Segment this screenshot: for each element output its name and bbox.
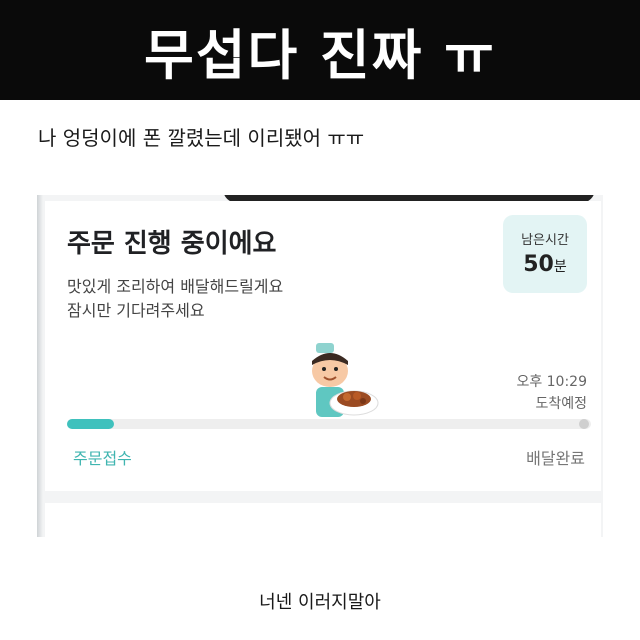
remaining-time-box: 남은시간 50분 (503, 215, 587, 293)
title-banner: 무섭다 진짜 ㅠ (0, 0, 640, 100)
step-delivery-complete: 배달완료 (526, 449, 585, 468)
meme-post: 무섭다 진짜 ㅠ 나 엉덩이에 폰 깔렸는데 이리됐어 ㅠㅠ 주문 진행 중이에… (0, 0, 640, 640)
remaining-time-unit: 분 (553, 259, 567, 275)
delivery-app-screenshot: 주문 진행 중이에요 맛있게 조리하여 배달해드릴게요 잠시만 기다려주세요 남… (37, 195, 603, 537)
order-status-title: 주문 진행 중이에요 (67, 229, 277, 259)
chef-mascot-icon (312, 343, 379, 417)
eta-label: 도착예정 (535, 396, 587, 412)
next-card-peek (45, 503, 601, 537)
progress-end-dot (579, 419, 589, 429)
order-progress-fill (67, 419, 115, 429)
remaining-time-label: 남은시간 (521, 233, 569, 248)
step-order-received: 주문접수 (73, 449, 132, 468)
remaining-time-value: 50분 (503, 252, 587, 277)
screenshot-edge-shadow (37, 195, 43, 537)
banner-title: 무섭다 진짜 ㅠ (144, 23, 496, 87)
post-caption: 나 엉덩이에 폰 깔렸는데 이리됐어 ㅠㅠ (38, 126, 365, 150)
order-status-subtitle-line2: 잠시만 기다려주세요 (67, 301, 205, 320)
eta-time: 오후 10:29 (516, 374, 587, 390)
post-footer-text: 너넨 이러지말아 (259, 592, 381, 613)
order-progress-track (67, 419, 591, 429)
remaining-time-number: 50 (523, 252, 554, 277)
order-status-card: 주문 진행 중이에요 맛있게 조리하여 배달해드릴게요 잠시만 기다려주세요 남… (45, 201, 601, 491)
order-status-subtitle-line1: 맛있게 조리하여 배달해드릴게요 (67, 277, 284, 296)
